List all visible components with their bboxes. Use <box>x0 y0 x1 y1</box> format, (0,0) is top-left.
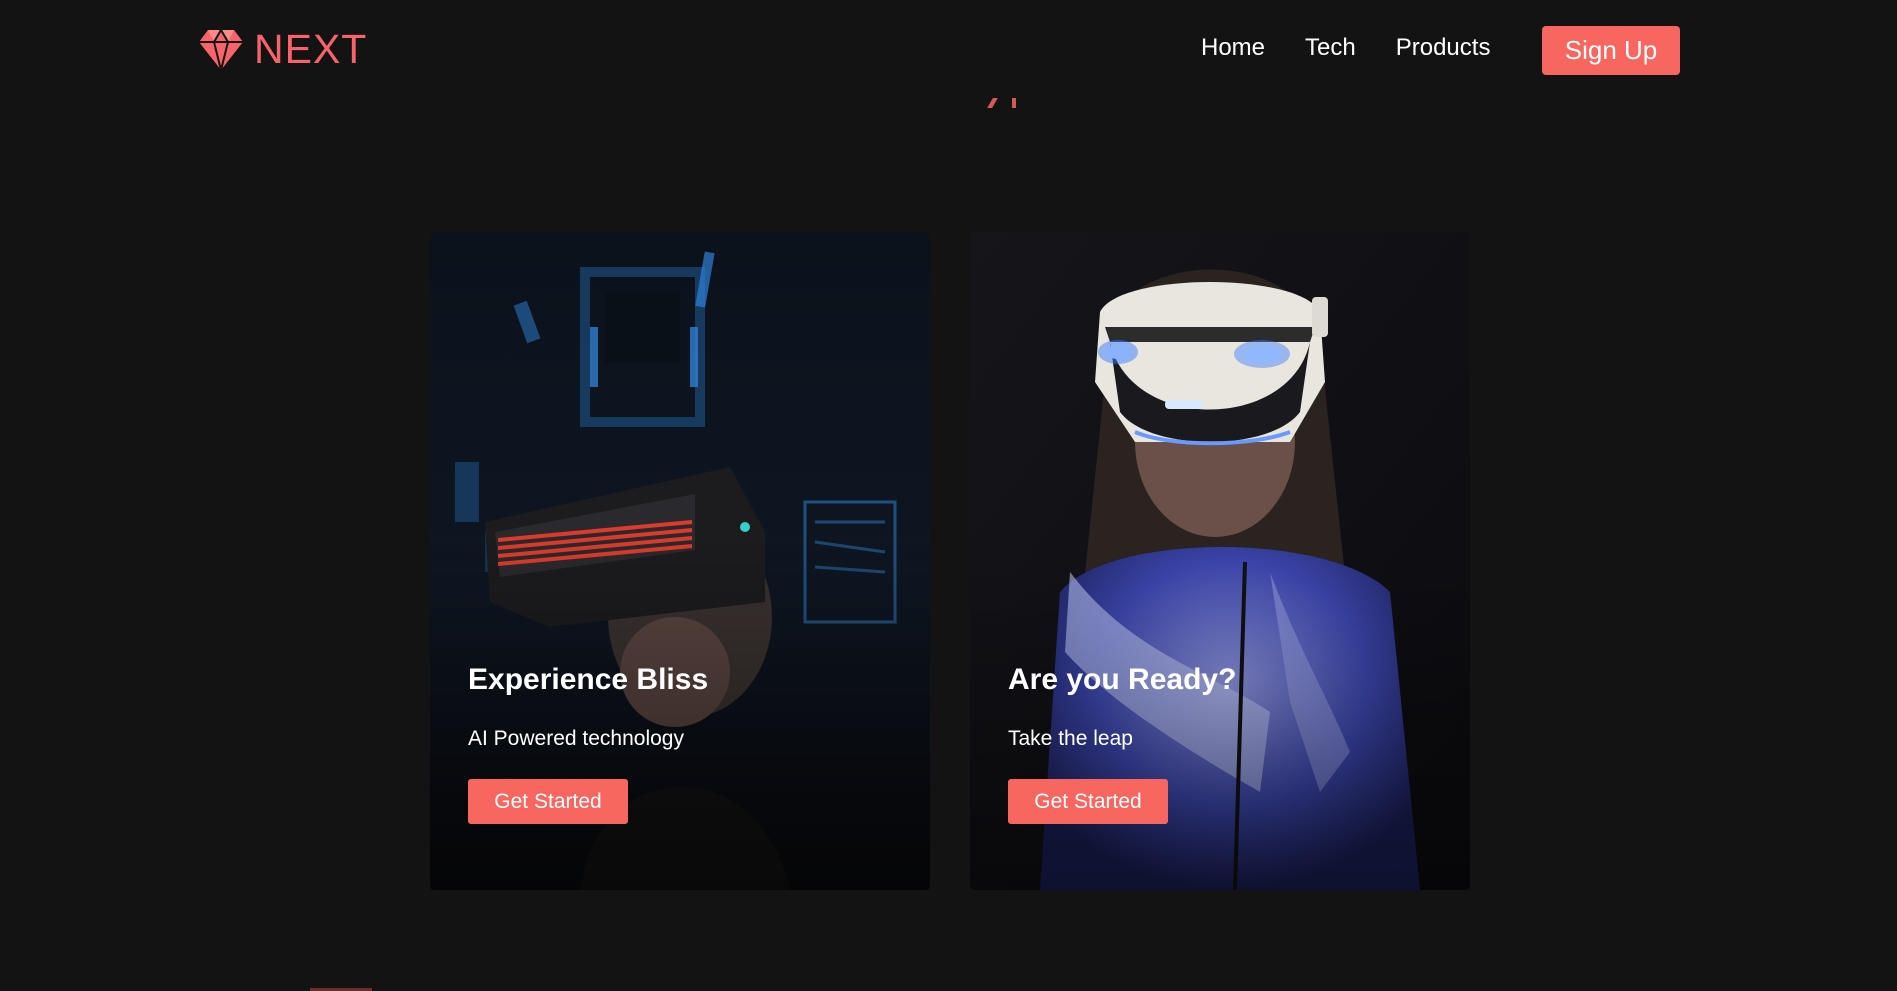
navbar: NEXT Home Tech Products Sign Up <box>0 0 1897 100</box>
feature-card-experience: Experience Bliss AI Powered technology G… <box>430 232 930 890</box>
brand-name: NEXT <box>254 26 368 72</box>
nav-links: Home Tech Products <box>1201 30 1490 66</box>
card-subtitle: Take the leap <box>1008 727 1133 750</box>
card-title: Experience Bliss <box>468 663 709 696</box>
nav-link-tech[interactable]: Tech <box>1305 30 1356 66</box>
get-started-button[interactable]: Get Started <box>468 779 628 824</box>
nav-link-home[interactable]: Home <box>1201 30 1265 66</box>
page: NEXT Home Tech Products Sign Up Experien… <box>0 0 1897 991</box>
diamond-icon <box>199 28 243 70</box>
card-content: Are you Ready? Take the leap Get Started <box>1008 662 1448 824</box>
sign-up-button[interactable]: Sign Up <box>1542 26 1680 75</box>
card-subtitle: AI Powered technology <box>468 727 684 750</box>
brand-logo[interactable]: NEXT <box>198 26 367 73</box>
heading-fragment <box>986 96 1022 110</box>
card-title: Are you Ready? <box>1008 663 1237 696</box>
get-started-button[interactable]: Get Started <box>1008 779 1168 824</box>
card-content: Experience Bliss AI Powered technology G… <box>468 662 908 824</box>
feature-card-ready: Are you Ready? Take the leap Get Started <box>970 232 1470 890</box>
nav-link-products[interactable]: Products <box>1396 30 1491 66</box>
